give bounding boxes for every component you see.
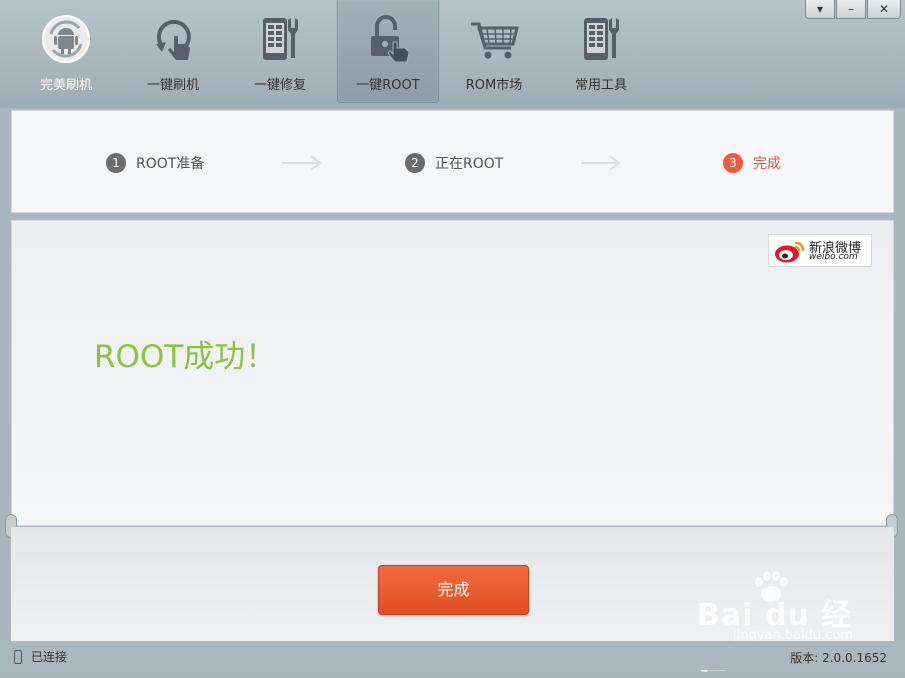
toolbar-item-common-tools[interactable]: 常用工具 [551,0,651,102]
done-button[interactable]: 完成 [378,565,529,615]
refresh-hand-icon [156,19,191,60]
step-label: 正在ROOT [435,156,504,172]
toolbar-label: 一键刷机 [146,78,199,93]
toolbar-item-one-key-flash[interactable]: 一键刷机 [123,0,223,102]
toolbar-item-one-key-root[interactable]: 一键ROOT [337,0,439,103]
step-label: 完成 [753,156,781,172]
weibo-url: weibo.com [809,252,858,262]
cart-icon [471,22,519,59]
step-number: 3 [723,153,743,173]
weibo-logo-icon [775,241,805,263]
root-success-message: ROOT成功！ [94,339,277,375]
connection-status: 已连接 [14,648,67,665]
version-label: 版本: 2.0.0.1652 [790,651,887,665]
window-controls: ▾ – ✕ [804,0,901,20]
weibo-share-button[interactable]: 新浪微博 weibo.com [768,234,872,267]
toolbar-item-perfect-flash[interactable]: 完美刷机 [16,0,116,102]
toolbar-label: 一键ROOT [356,78,420,93]
arrow-right-icon [581,155,621,171]
progress-steps: 1 ROOT准备 2 正在ROOT 3 完成 [11,110,894,213]
top-toolbar: 完美刷机 一键刷机 一键修复 一键ROOT ROM市场 常用工具 ▾ – ✕ [0,0,905,108]
phone-wrench-icon [263,18,298,60]
status-bar: 已连接 版本: 2.0.0.1652 [0,641,905,670]
android-refresh-icon [42,15,90,63]
connection-label: 已连接 [31,650,68,664]
unlock-hand-icon [371,15,410,63]
toolbar-item-rom-market[interactable]: ROM市场 [444,0,544,102]
toolbar-label: 完美刷机 [39,78,92,93]
step-rooting: 2 正在ROOT [405,153,503,173]
phone-icon [14,649,22,664]
baidu-watermark: Bai du 经验 jingyan.baidu.com [693,570,863,677]
arrow-right-icon [282,155,322,171]
step-complete: 3 完成 [723,153,781,173]
phone-tools-icon [584,18,619,60]
toolbar-label: ROM市场 [465,78,523,93]
toolbar-label: 一键修复 [253,78,306,93]
step-label: ROOT准备 [136,156,205,172]
toolbar-label: 常用工具 [574,78,627,93]
step-number: 2 [405,153,425,173]
toolbar-item-one-key-repair[interactable]: 一键修复 [230,0,330,102]
result-panel: 新浪微博 weibo.com ROOT成功！ [11,220,894,526]
step-root-prepare: 1 ROOT准备 [106,153,204,173]
close-button[interactable]: ✕ [867,0,901,19]
menu-button[interactable]: ▾ [805,0,835,19]
step-number: 1 [106,153,126,173]
minimize-button[interactable]: – [836,0,866,19]
